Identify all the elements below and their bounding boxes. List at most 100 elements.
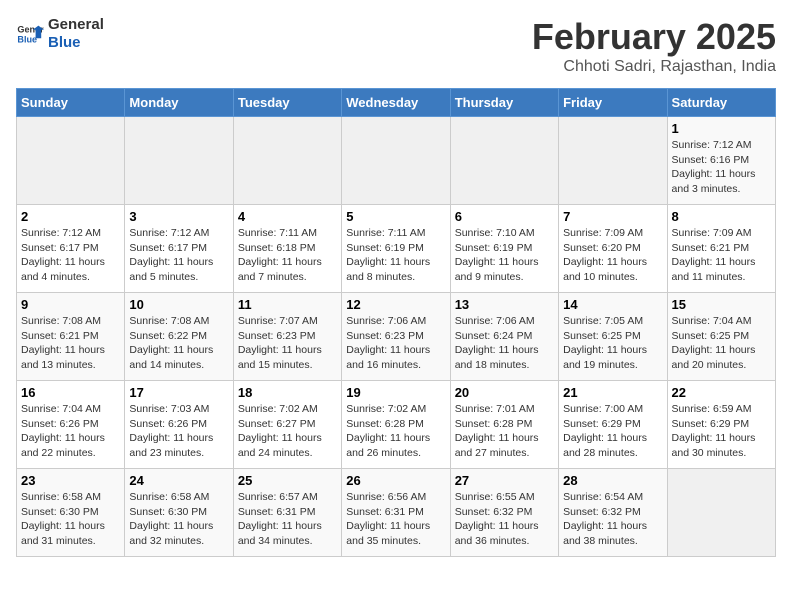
day-number: 10	[129, 297, 228, 312]
day-detail: Sunrise: 7:06 AM Sunset: 6:23 PM Dayligh…	[346, 314, 445, 373]
day-number: 7	[563, 209, 662, 224]
day-cell	[450, 117, 558, 205]
day-number: 17	[129, 385, 228, 400]
day-number: 15	[672, 297, 771, 312]
day-cell: 20 Sunrise: 7:01 AM Sunset: 6:28 PM Dayli…	[450, 381, 558, 469]
calendar-table: SundayMondayTuesdayWednesdayThursdayFrid…	[16, 88, 776, 557]
week-row-5: 23 Sunrise: 6:58 AM Sunset: 6:30 PM Dayli…	[17, 469, 776, 557]
day-number: 4	[238, 209, 337, 224]
day-detail: Sunrise: 7:04 AM Sunset: 6:25 PM Dayligh…	[672, 314, 771, 373]
day-cell: 21 Sunrise: 7:00 AM Sunset: 6:29 PM Dayli…	[559, 381, 667, 469]
day-cell: 24 Sunrise: 6:58 AM Sunset: 6:30 PM Dayli…	[125, 469, 233, 557]
day-cell: 13Sunrise: 7:06 AM Sunset: 6:24 PM Dayli…	[450, 293, 558, 381]
day-number: 6	[455, 209, 554, 224]
day-cell: 17 Sunrise: 7:03 AM Sunset: 6:26 PM Dayli…	[125, 381, 233, 469]
day-number: 12	[346, 297, 445, 312]
day-number: 21	[563, 385, 662, 400]
day-cell: 22Sunrise: 6:59 AM Sunset: 6:29 PM Dayli…	[667, 381, 775, 469]
title-area: February 2025 Chhoti Sadri, Rajasthan, I…	[532, 16, 776, 76]
day-number: 9	[21, 297, 120, 312]
day-detail: Sunrise: 6:58 AM Sunset: 6:30 PM Dayligh…	[129, 490, 228, 549]
day-cell: 4 Sunrise: 7:11 AM Sunset: 6:18 PM Daylig…	[233, 205, 341, 293]
day-number: 28	[563, 473, 662, 488]
day-cell	[342, 117, 450, 205]
day-number: 14	[563, 297, 662, 312]
day-number: 27	[455, 473, 554, 488]
day-cell: 18Sunrise: 7:02 AM Sunset: 6:27 PM Dayli…	[233, 381, 341, 469]
day-number: 8	[672, 209, 771, 224]
day-number: 26	[346, 473, 445, 488]
day-cell: 9 Sunrise: 7:08 AM Sunset: 6:21 PM Daylig…	[17, 293, 125, 381]
day-number: 18	[238, 385, 337, 400]
day-detail: Sunrise: 7:04 AM Sunset: 6:26 PM Dayligh…	[21, 402, 120, 461]
day-cell: 26 Sunrise: 6:56 AM Sunset: 6:31 PM Dayli…	[342, 469, 450, 557]
day-detail: Sunrise: 7:12 AM Sunset: 6:17 PM Dayligh…	[129, 226, 228, 285]
day-detail: Sunrise: 6:54 AM Sunset: 6:32 PM Dayligh…	[563, 490, 662, 549]
day-cell: 10 Sunrise: 7:08 AM Sunset: 6:22 PM Dayli…	[125, 293, 233, 381]
weekday-header-wednesday: Wednesday	[342, 89, 450, 117]
day-detail: Sunrise: 7:08 AM Sunset: 6:21 PM Dayligh…	[21, 314, 120, 373]
day-number: 2	[21, 209, 120, 224]
day-detail: Sunrise: 6:56 AM Sunset: 6:31 PM Dayligh…	[346, 490, 445, 549]
day-cell: 7 Sunrise: 7:09 AM Sunset: 6:20 PM Daylig…	[559, 205, 667, 293]
day-cell: 12 Sunrise: 7:06 AM Sunset: 6:23 PM Dayli…	[342, 293, 450, 381]
week-row-2: 2 Sunrise: 7:12 AM Sunset: 6:17 PM Daylig…	[17, 205, 776, 293]
day-cell	[233, 117, 341, 205]
day-cell: 27 Sunrise: 6:55 AM Sunset: 6:32 PM Dayli…	[450, 469, 558, 557]
day-detail: Sunrise: 7:00 AM Sunset: 6:29 PM Dayligh…	[563, 402, 662, 461]
week-row-4: 16 Sunrise: 7:04 AM Sunset: 6:26 PM Dayli…	[17, 381, 776, 469]
day-cell: 19Sunrise: 7:02 AM Sunset: 6:28 PM Dayli…	[342, 381, 450, 469]
day-detail: Sunrise: 7:11 AM Sunset: 6:19 PM Dayligh…	[346, 226, 445, 285]
day-detail: Sunrise: 7:09 AM Sunset: 6:20 PM Dayligh…	[563, 226, 662, 285]
day-cell: 16 Sunrise: 7:04 AM Sunset: 6:26 PM Dayli…	[17, 381, 125, 469]
day-detail: Sunrise: 7:12 AM Sunset: 6:17 PM Dayligh…	[21, 226, 120, 285]
logo-icon: General Blue	[16, 20, 44, 48]
day-cell: 11Sunrise: 7:07 AM Sunset: 6:23 PM Dayli…	[233, 293, 341, 381]
day-number: 25	[238, 473, 337, 488]
day-cell: 14 Sunrise: 7:05 AM Sunset: 6:25 PM Dayli…	[559, 293, 667, 381]
day-number: 1	[672, 121, 771, 136]
day-cell	[559, 117, 667, 205]
logo: General Blue General Blue	[16, 16, 104, 52]
day-cell	[667, 469, 775, 557]
day-detail: Sunrise: 6:58 AM Sunset: 6:30 PM Dayligh…	[21, 490, 120, 549]
day-cell: 6 Sunrise: 7:10 AM Sunset: 6:19 PM Daylig…	[450, 205, 558, 293]
day-number: 19	[346, 385, 445, 400]
day-detail: Sunrise: 7:01 AM Sunset: 6:28 PM Dayligh…	[455, 402, 554, 461]
day-cell	[125, 117, 233, 205]
day-cell: 25Sunrise: 6:57 AM Sunset: 6:31 PM Dayli…	[233, 469, 341, 557]
svg-text:Blue: Blue	[17, 34, 37, 44]
weekday-header-friday: Friday	[559, 89, 667, 117]
calendar-subtitle: Chhoti Sadri, Rajasthan, India	[532, 58, 776, 76]
day-number: 20	[455, 385, 554, 400]
logo-general-text: General	[48, 16, 104, 34]
day-cell: 28 Sunrise: 6:54 AM Sunset: 6:32 PM Dayli…	[559, 469, 667, 557]
week-row-3: 9 Sunrise: 7:08 AM Sunset: 6:21 PM Daylig…	[17, 293, 776, 381]
day-detail: Sunrise: 7:05 AM Sunset: 6:25 PM Dayligh…	[563, 314, 662, 373]
day-detail: Sunrise: 6:55 AM Sunset: 6:32 PM Dayligh…	[455, 490, 554, 549]
header: General Blue General Blue February 2025 …	[16, 16, 776, 76]
day-cell: 23 Sunrise: 6:58 AM Sunset: 6:30 PM Dayli…	[17, 469, 125, 557]
day-cell: 15 Sunrise: 7:04 AM Sunset: 6:25 PM Dayli…	[667, 293, 775, 381]
day-number: 16	[21, 385, 120, 400]
day-cell: 2 Sunrise: 7:12 AM Sunset: 6:17 PM Daylig…	[17, 205, 125, 293]
day-detail: Sunrise: 7:10 AM Sunset: 6:19 PM Dayligh…	[455, 226, 554, 285]
weekday-header-sunday: Sunday	[17, 89, 125, 117]
weekday-header-row: SundayMondayTuesdayWednesdayThursdayFrid…	[17, 89, 776, 117]
day-cell: 1 Sunrise: 7:12 AM Sunset: 6:16 PM Daylig…	[667, 117, 775, 205]
day-cell	[17, 117, 125, 205]
day-detail: Sunrise: 7:07 AM Sunset: 6:23 PM Dayligh…	[238, 314, 337, 373]
day-detail: Sunrise: 7:06 AM Sunset: 6:24 PM Dayligh…	[455, 314, 554, 373]
day-detail: Sunrise: 7:08 AM Sunset: 6:22 PM Dayligh…	[129, 314, 228, 373]
day-detail: Sunrise: 7:03 AM Sunset: 6:26 PM Dayligh…	[129, 402, 228, 461]
day-number: 23	[21, 473, 120, 488]
day-detail: Sunrise: 7:12 AM Sunset: 6:16 PM Dayligh…	[672, 138, 771, 197]
day-detail: Sunrise: 7:11 AM Sunset: 6:18 PM Dayligh…	[238, 226, 337, 285]
day-cell: 5Sunrise: 7:11 AM Sunset: 6:19 PM Daylig…	[342, 205, 450, 293]
day-number: 22	[672, 385, 771, 400]
day-cell: 8Sunrise: 7:09 AM Sunset: 6:21 PM Daylig…	[667, 205, 775, 293]
weekday-header-saturday: Saturday	[667, 89, 775, 117]
day-cell: 3Sunrise: 7:12 AM Sunset: 6:17 PM Daylig…	[125, 205, 233, 293]
day-number: 24	[129, 473, 228, 488]
logo-blue-text: Blue	[48, 34, 104, 52]
